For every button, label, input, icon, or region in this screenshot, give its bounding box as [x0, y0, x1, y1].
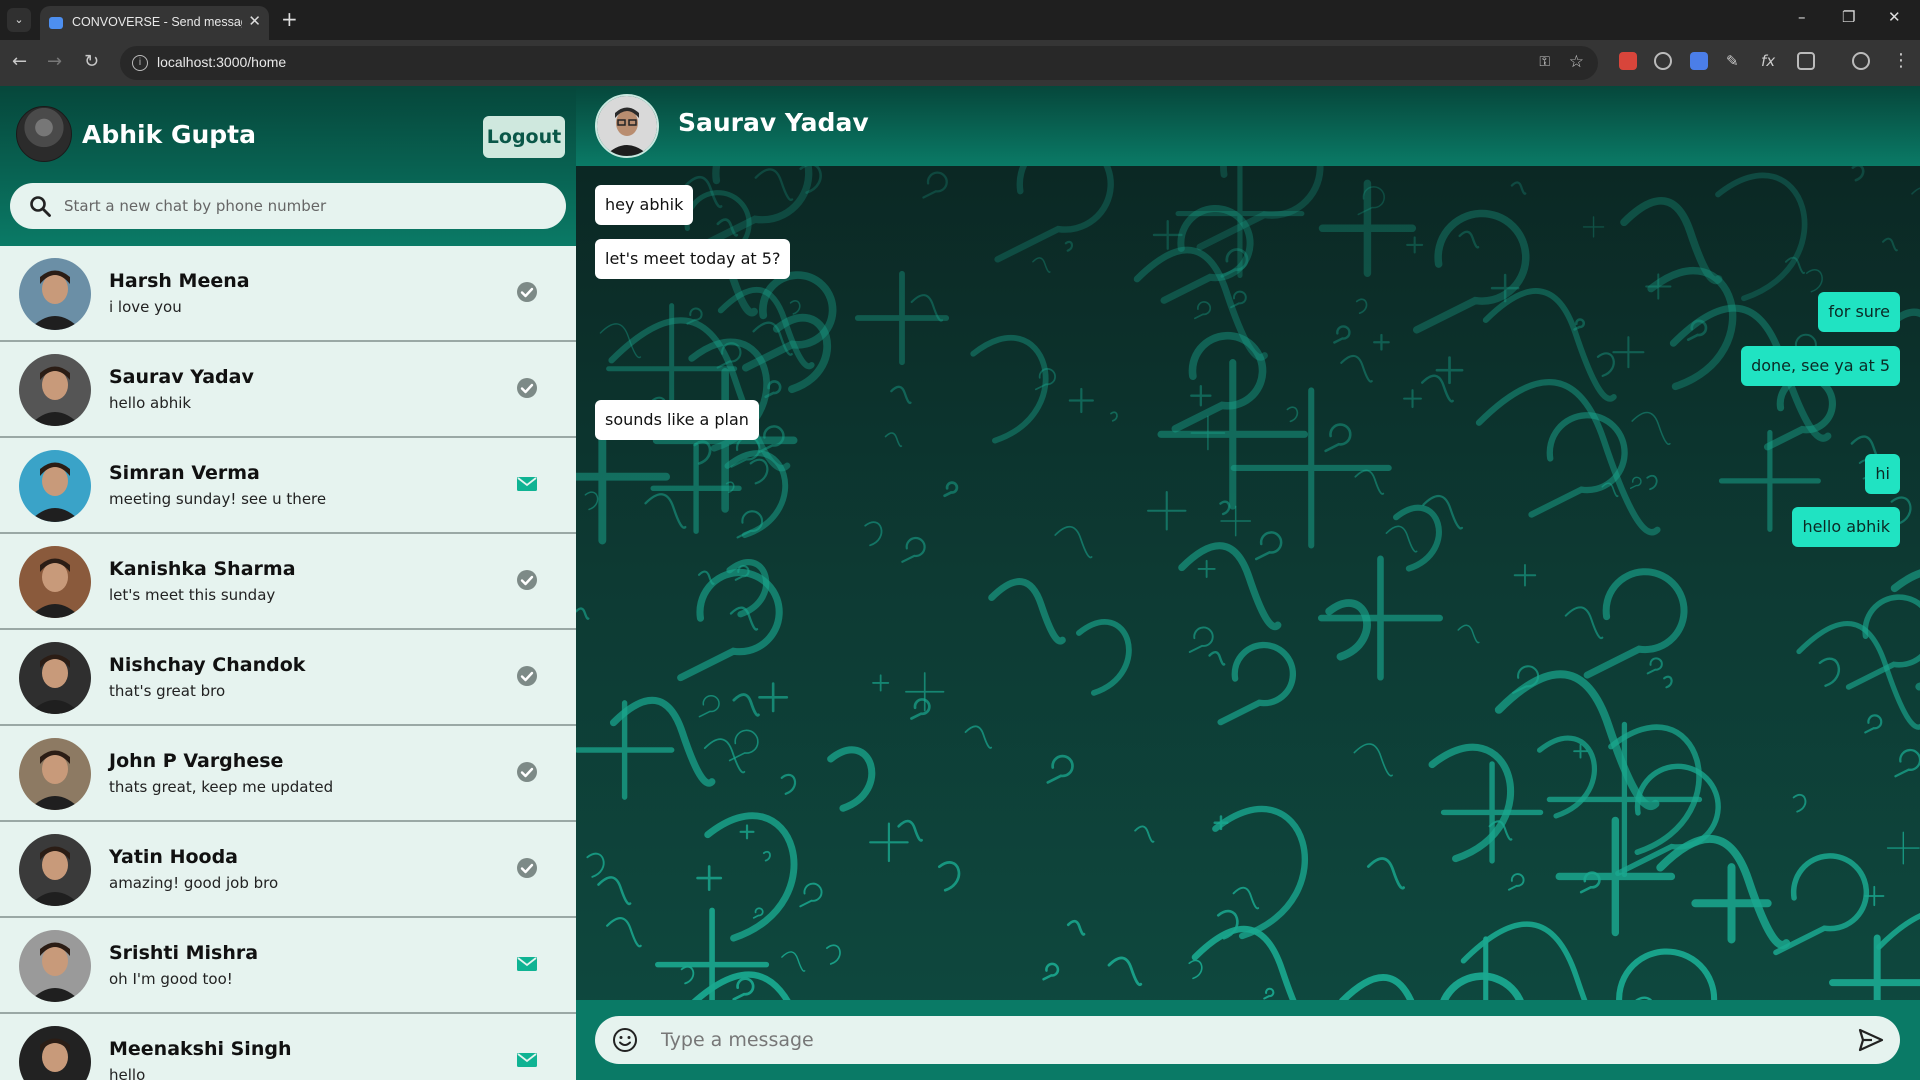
last-message: i love you	[109, 298, 182, 316]
phone-search-input[interactable]	[64, 192, 544, 220]
outgoing-message: done, see ya at 5	[1741, 346, 1900, 386]
sidebar-header: Abhik Gupta Logout	[0, 86, 576, 246]
logout-button[interactable]: Logout	[483, 116, 565, 158]
contact-name: Yatin Hooda	[109, 846, 239, 868]
outgoing-message: hello abhik	[1792, 507, 1900, 547]
chat-list-item[interactable]: Simran Verma meeting sunday! see u there	[0, 438, 576, 534]
contact-name: Saurav Yadav	[109, 366, 254, 388]
forward-icon[interactable]: →	[47, 50, 62, 74]
last-message: hello abhik	[109, 394, 192, 412]
formula-icon[interactable]: fx	[1761, 52, 1779, 70]
extension-icon[interactable]	[1654, 52, 1672, 70]
back-icon[interactable]: ←	[12, 50, 27, 74]
tab-title: CONVOVERSE - Send messages	[72, 15, 242, 29]
contact-avatar	[19, 354, 91, 426]
contact-name: Nishchay Chandok	[109, 654, 306, 676]
emoji-icon[interactable]	[612, 1027, 638, 1053]
send-icon[interactable]	[1857, 1027, 1885, 1053]
chat-list-item[interactable]: Harsh Meena i love you	[0, 246, 576, 342]
chat-list: Harsh Meena i love you Saurav Yadav hello a…	[0, 246, 576, 1080]
password-key-icon[interactable]: ⚿	[1539, 54, 1550, 70]
chat-pane: Saurav Yadav hey abhik let's meet today a…	[576, 86, 1920, 1080]
new-tab-icon[interactable]: +	[281, 8, 298, 30]
outgoing-message: for sure	[1818, 292, 1900, 332]
chat-wallpaper	[576, 166, 1920, 1080]
sidebar: Abhik Gupta Logout Harsh Meena i love you…	[0, 86, 576, 1080]
tab-search-icon[interactable]: ⌄	[7, 8, 31, 32]
last-message: that's great bro	[109, 682, 226, 700]
extensions-puzzle-icon[interactable]	[1797, 52, 1815, 70]
read-check-icon	[517, 666, 537, 686]
contact-avatar	[19, 450, 91, 522]
search-icon	[30, 196, 51, 217]
chat-list-item[interactable]: Kanishka Sharma let's meet this sunday	[0, 534, 576, 630]
new-chat-search[interactable]	[10, 183, 566, 229]
last-message: meeting sunday! see u there	[109, 490, 327, 508]
contact-avatar	[19, 258, 91, 330]
chat-header: Saurav Yadav	[576, 86, 1920, 166]
contact-name: Simran Verma	[109, 462, 260, 484]
unread-mail-icon	[517, 1053, 537, 1067]
contact-avatar	[19, 834, 91, 906]
read-check-icon	[517, 858, 537, 878]
unread-mail-icon	[517, 477, 537, 491]
bookmark-star-icon[interactable]: ☆	[1569, 52, 1584, 72]
chat-list-item[interactable]: Yatin Hooda amazing! good job bro	[0, 822, 576, 918]
incoming-message: hey abhik	[595, 185, 694, 225]
user-name: Abhik Gupta	[82, 120, 256, 149]
last-message: thats great, keep me updated	[109, 778, 334, 796]
peer-avatar[interactable]	[595, 94, 659, 158]
message-input[interactable]	[661, 1026, 1811, 1054]
chat-list-item[interactable]: Meenakshi Singh hello	[0, 1014, 576, 1080]
tab-close-icon[interactable]: ✕	[248, 12, 261, 30]
extension-icon[interactable]	[1690, 52, 1708, 70]
contact-avatar	[19, 738, 91, 810]
incoming-message: let's meet today at 5?	[595, 239, 791, 279]
address-bar[interactable]: i localhost:3000/home ⚿ ☆	[120, 46, 1598, 80]
outgoing-message: hi	[1865, 454, 1900, 494]
incoming-message: sounds like a plan	[595, 400, 759, 440]
contact-avatar	[19, 1026, 91, 1080]
last-message: oh I'm good too!	[109, 970, 233, 988]
last-message: hello	[109, 1066, 146, 1080]
last-message: amazing! good job bro	[109, 874, 279, 892]
chat-list-item[interactable]: Saurav Yadav hello abhik	[0, 342, 576, 438]
contact-avatar	[19, 546, 91, 618]
window-close-icon[interactable]: ✕	[1888, 8, 1901, 26]
peer-name: Saurav Yadav	[678, 108, 869, 137]
profile-icon[interactable]	[1852, 52, 1870, 70]
unread-mail-icon	[517, 957, 537, 971]
chat-list-item[interactable]: Srishti Mishra oh I'm good too!	[0, 918, 576, 1014]
contact-name: John P Varghese	[109, 750, 284, 772]
read-check-icon	[517, 570, 537, 590]
contact-name: Meenakshi Singh	[109, 1038, 292, 1060]
contact-name: Kanishka Sharma	[109, 558, 296, 580]
browser-tab[interactable]: CONVOVERSE - Send messages ✕	[40, 6, 269, 40]
last-message: let's meet this sunday	[109, 586, 276, 604]
contact-avatar	[19, 642, 91, 714]
message-composer	[595, 1016, 1900, 1064]
extension-icon[interactable]	[1619, 52, 1637, 70]
contact-name: Harsh Meena	[109, 270, 250, 292]
chat-list-item[interactable]: John P Varghese thats great, keep me upda…	[0, 726, 576, 822]
browser-tab-strip: ⌄ CONVOVERSE - Send messages ✕ + – ❐ ✕	[0, 0, 1920, 40]
reload-icon[interactable]: ↻	[84, 50, 99, 74]
read-check-icon	[517, 762, 537, 782]
read-check-icon	[517, 282, 537, 302]
browser-menu-icon[interactable]: ⋮	[1892, 50, 1910, 71]
peer-avatar-image	[597, 96, 657, 156]
eyedropper-icon[interactable]: ✎	[1726, 52, 1744, 70]
contact-avatar	[19, 930, 91, 1002]
address-url[interactable]: localhost:3000/home	[157, 54, 286, 70]
read-check-icon	[517, 378, 537, 398]
site-info-icon[interactable]: i	[132, 55, 148, 71]
minimize-icon[interactable]: –	[1798, 8, 1806, 26]
restore-icon[interactable]: ❐	[1842, 8, 1855, 26]
convoverse-app: Abhik Gupta Logout Harsh Meena i love you…	[0, 86, 1920, 1080]
chat-list-item[interactable]: Nishchay Chandok that's great bro	[0, 630, 576, 726]
user-avatar[interactable]	[16, 106, 72, 162]
tab-favicon-icon	[49, 17, 63, 29]
contact-name: Srishti Mishra	[109, 942, 259, 964]
